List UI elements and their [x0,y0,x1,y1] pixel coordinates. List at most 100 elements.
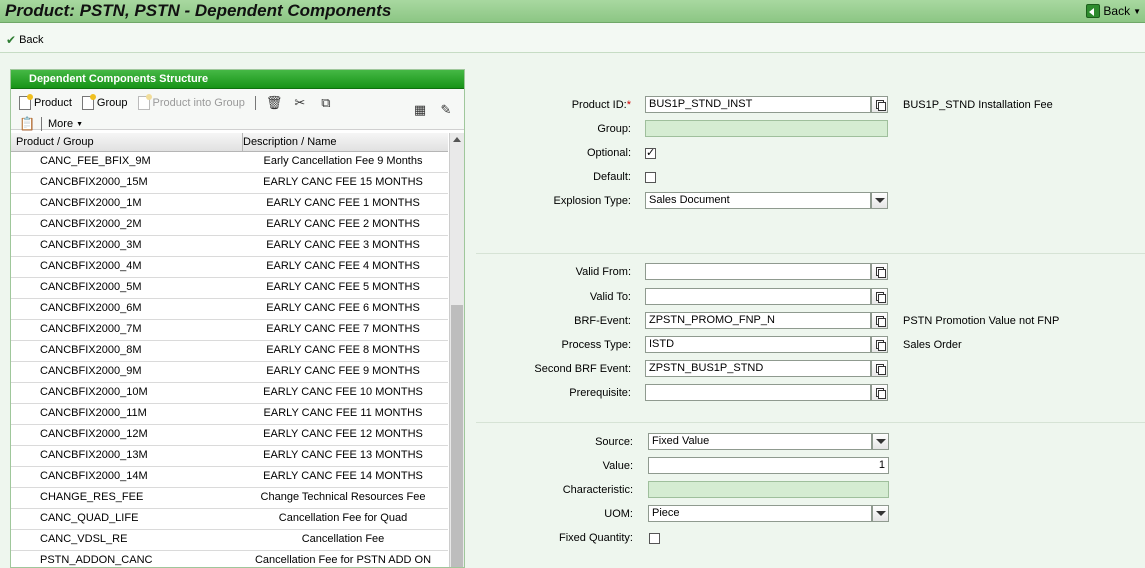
table-row[interactable]: CANCBFIX2000_13M EARLY CANC FEE 13 MONTHS [11,446,448,467]
more-menu-button[interactable]: More ▼ [48,118,83,130]
dropdown-arrow-icon[interactable] [871,192,888,209]
value-help-icon[interactable] [871,360,888,377]
chevron-down-icon: ▼ [76,120,83,128]
table-row[interactable]: CANC_VDSL_RE Cancellation Fee [11,530,448,551]
characteristic-label: Characteristic: [562,484,633,496]
table-row[interactable]: CANC_FEE_BFIX_9M Early Cancellation Fee 9… [11,152,448,173]
vertical-scrollbar[interactable] [449,133,464,567]
product-group-cell: CANCBFIX2000_9M [40,365,142,377]
table-row[interactable]: CANCBFIX2000_7M EARLY CANC FEE 7 MONTHS [11,320,448,341]
new-item-icon [137,94,152,110]
edit-pencil-icon[interactable]: ✎ [438,102,454,118]
chevron-down-icon: ▼ [1133,6,1141,16]
table-row[interactable]: PSTN_ADDON_CANC Cancellation Fee for PSTN… [11,551,448,567]
process-type-label: Process Type: [561,339,632,351]
product-id-description: BUS1P_STND Installation Fee [903,99,1053,111]
scroll-up-icon[interactable] [453,137,461,142]
table-row[interactable]: CANCBFIX2000_5M EARLY CANC FEE 5 MONTHS [11,278,448,299]
value-help-icon[interactable] [871,384,888,401]
product-group-cell: CANC_QUAD_LIFE [40,512,139,524]
source-label: Source: [595,436,633,448]
page-title: Product: PSTN, PSTN - Dependent Componen… [5,1,392,20]
prerequisite-input[interactable] [645,384,871,401]
add-product-label: Product [34,97,72,109]
add-product-button[interactable]: Product [19,94,72,110]
fixed-quantity-checkbox[interactable] [649,533,660,544]
paste-icon[interactable]: 📋 [19,116,35,132]
description-cell: Cancellation Fee for PSTN ADD ON [254,554,432,566]
table-row[interactable]: CANCBFIX2000_10M EARLY CANC FEE 10 MONTHS [11,383,448,404]
table-row[interactable]: CANCBFIX2000_12M EARLY CANC FEE 12 MONTHS [11,425,448,446]
source-select[interactable]: Fixed Value [648,433,872,450]
spreadsheet-icon[interactable]: ▦ [412,102,428,118]
scrollbar-thumb[interactable] [451,305,463,567]
process-type-input[interactable]: ISTD [645,336,871,353]
table-row[interactable]: CHANGE_RES_FEE Change Technical Resources… [11,488,448,509]
value-input[interactable]: 1 [648,457,889,474]
product-group-cell: CANCBFIX2000_14M [40,470,148,482]
table-row[interactable]: CANCBFIX2000_3M EARLY CANC FEE 3 MONTHS [11,236,448,257]
dropdown-arrow-icon[interactable] [872,433,889,450]
column-header-description[interactable]: Description / Name [243,133,443,151]
description-cell: EARLY CANC FEE 4 MONTHS [266,260,420,272]
value-help-icon[interactable] [871,96,888,113]
group-field [645,120,888,137]
trash-icon[interactable]: 🗑 [266,95,283,111]
description-cell: EARLY CANC FEE 2 MONTHS [266,218,420,230]
description-cell: EARLY CANC FEE 10 MONTHS [263,386,423,398]
table-row[interactable]: CANCBFIX2000_4M EARLY CANC FEE 4 MONTHS [11,257,448,278]
add-group-button[interactable]: Group [81,94,128,110]
product-into-group-button[interactable]: Product into Group [137,94,245,110]
brf-event-input[interactable]: ZPSTN_PROMO_FNP_N [645,312,871,329]
product-group-cell: CANC_FEE_BFIX_9M [40,155,151,167]
product-group-cell: CANCBFIX2000_15M [40,176,148,188]
more-label: More [48,118,74,130]
description-cell: Cancellation Fee [301,533,385,545]
table-row[interactable]: CANCBFIX2000_2M EARLY CANC FEE 2 MONTHS [11,215,448,236]
prerequisite-label: Prerequisite: [569,387,631,399]
optional-checkbox[interactable] [645,146,656,159]
table-row[interactable]: CANCBFIX2000_8M EARLY CANC FEE 8 MONTHS [11,341,448,362]
explosion-type-select[interactable]: Sales Document [645,192,871,209]
main-toolbar: ✔ Back [0,23,1145,53]
value-help-icon[interactable] [871,312,888,329]
valid-from-input[interactable] [645,263,871,280]
section-divider [476,422,1145,423]
table-row[interactable]: CANCBFIX2000_14M EARLY CANC FEE 14 MONTHS [11,467,448,488]
uom-label: UOM: [604,508,633,520]
calendar-icon[interactable] [871,288,888,305]
valid-from-label: Valid From: [575,266,631,278]
cut-icon[interactable]: ✂ [292,95,308,111]
table-row[interactable]: CANC_QUAD_LIFE Cancellation Fee for Quad [11,509,448,530]
product-group-cell: CHANGE_RES_FEE [40,491,144,503]
title-bar: Product: PSTN, PSTN - Dependent Componen… [0,0,1145,23]
second-brf-event-input[interactable]: ZPSTN_BUS1P_STND [645,360,871,377]
value-help-icon[interactable] [871,336,888,353]
copy-icon[interactable]: ⧉ [318,95,334,111]
default-checkbox[interactable] [645,172,656,183]
table-row[interactable]: CANCBFIX2000_1M EARLY CANC FEE 1 MONTHS [11,194,448,215]
description-cell: Cancellation Fee for Quad [278,512,408,524]
table-row[interactable]: CANCBFIX2000_15M EARLY CANC FEE 15 MONTHS [11,173,448,194]
description-cell: Early Cancellation Fee 9 Months [263,155,423,167]
back-button[interactable]: ✔ Back [6,33,44,47]
product-group-cell: CANCBFIX2000_3M [40,239,142,251]
product-id-label: Product ID:* [571,99,631,111]
description-cell: EARLY CANC FEE 1 MONTHS [266,197,420,209]
table-row[interactable]: CANCBFIX2000_9M EARLY CANC FEE 9 MONTHS [11,362,448,383]
calendar-icon[interactable] [871,263,888,280]
dropdown-arrow-icon[interactable] [872,505,889,522]
product-id-input[interactable]: BUS1P_STND_INST [645,96,871,113]
back-arrow-icon [1086,4,1101,18]
uom-select[interactable]: Piece [648,505,872,522]
table-header: Product / Group Description / Name [11,133,448,152]
table-row[interactable]: CANCBFIX2000_6M EARLY CANC FEE 6 MONTHS [11,299,448,320]
description-cell: EARLY CANC FEE 8 MONTHS [266,344,420,356]
column-header-product-group[interactable]: Product / Group [11,133,243,151]
product-group-cell: PSTN_ADDON_CANC [40,554,153,566]
valid-to-input[interactable] [645,288,871,305]
table-row[interactable]: CANCBFIX2000_11M EARLY CANC FEE 11 MONTHS [11,404,448,425]
header-back-button[interactable]: Back ▼ [1086,3,1141,19]
product-group-cell: CANCBFIX2000_7M [40,323,142,335]
new-item-icon [19,94,33,110]
